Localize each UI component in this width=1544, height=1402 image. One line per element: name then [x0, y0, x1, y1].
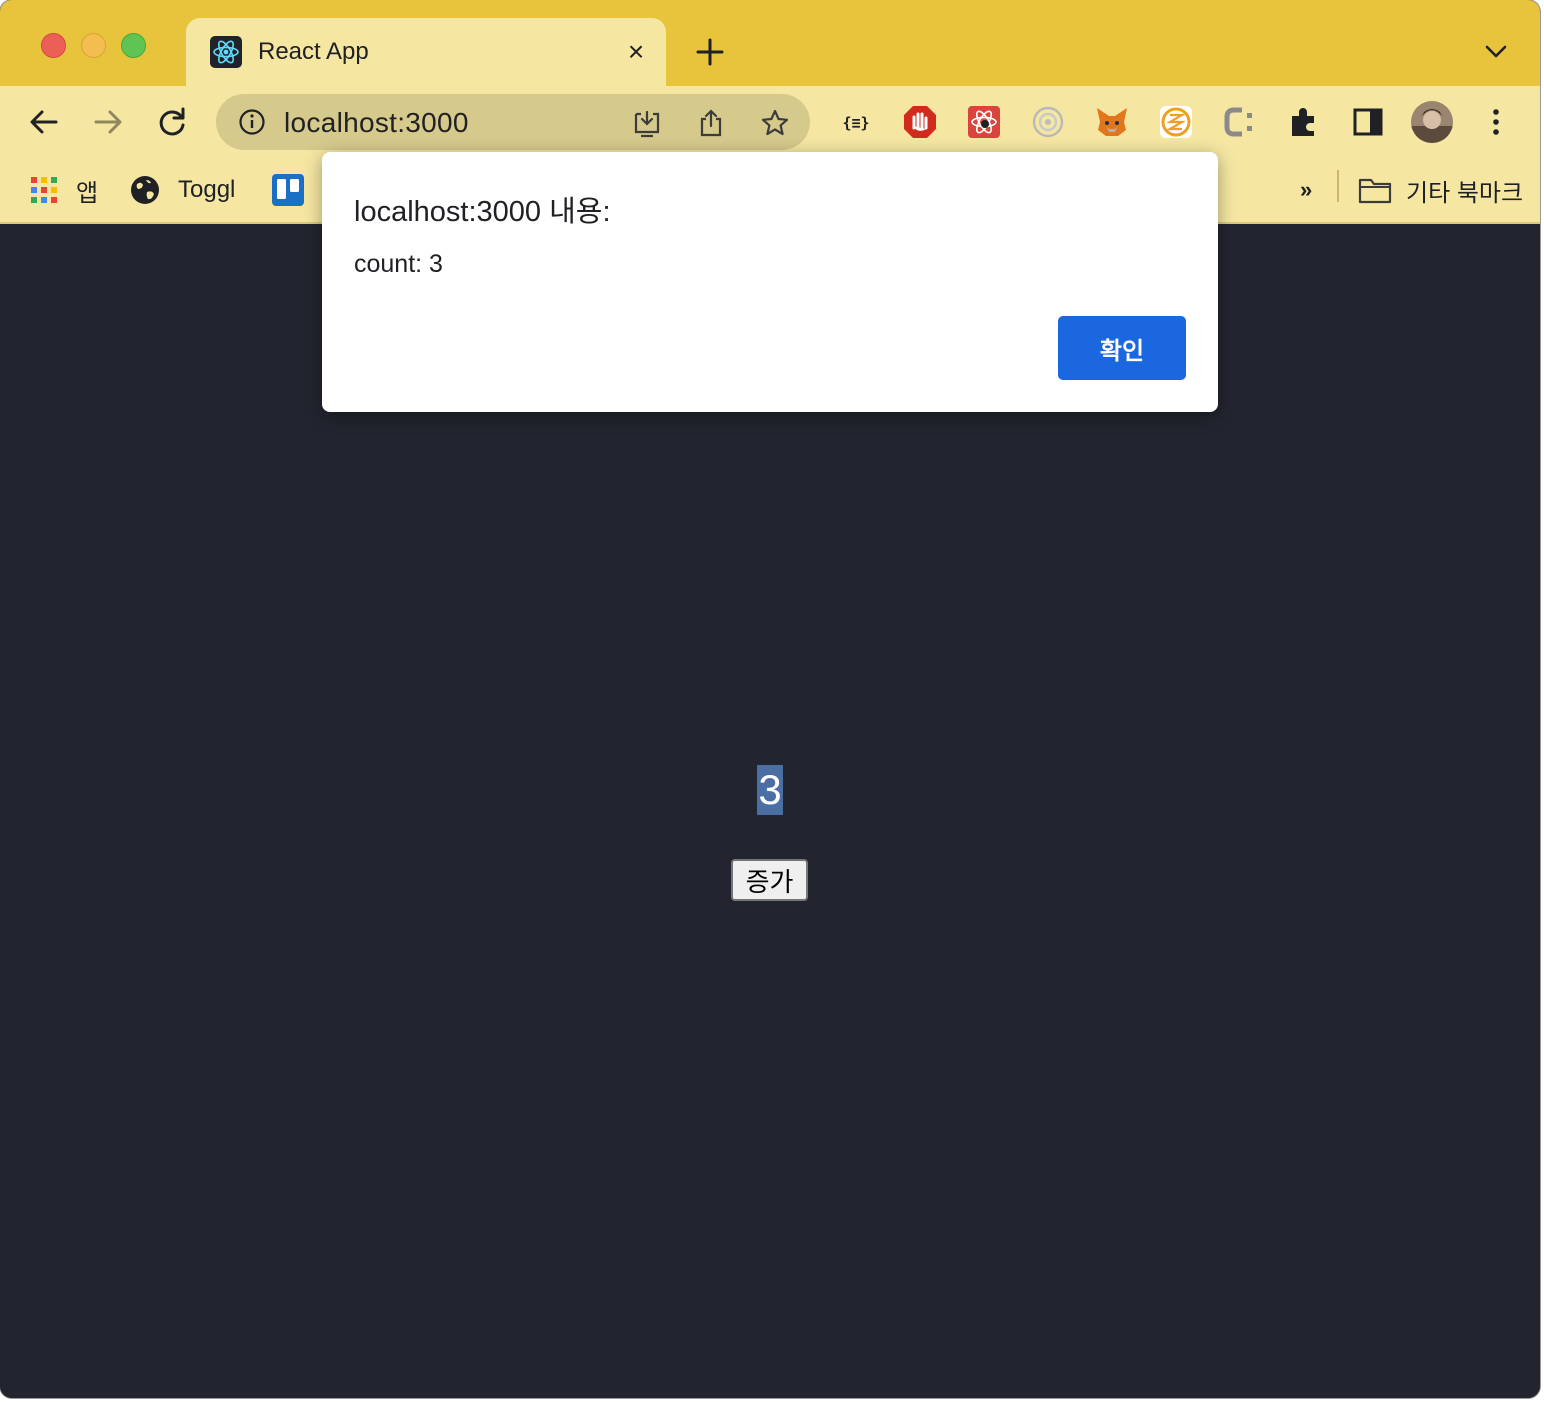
- side-panel-icon[interactable]: [1350, 104, 1386, 140]
- grey-circle-extension-icon[interactable]: [1030, 104, 1066, 140]
- bookmark-apps-label: 앱: [76, 179, 99, 207]
- url-text: localhost:3000: [284, 107, 469, 138]
- back-arrow-icon[interactable]: [26, 104, 62, 140]
- alert-title: localhost:3000 내용:: [354, 196, 611, 228]
- tab-strip: React App ×: [0, 0, 1540, 86]
- site-info-icon[interactable]: [238, 108, 266, 136]
- profile-avatar[interactable]: [1410, 100, 1454, 144]
- reload-icon[interactable]: [154, 104, 190, 140]
- forward-arrow-icon[interactable]: [90, 104, 126, 140]
- alert-message: count: 3: [354, 250, 443, 278]
- react-devtools-extension-icon[interactable]: [966, 104, 1002, 140]
- tab-close-icon[interactable]: ×: [620, 34, 652, 70]
- bookmarks-divider: [1337, 170, 1339, 202]
- zoom-window-button[interactable]: [121, 33, 146, 58]
- json-formatter-extension-icon[interactable]: {≡}: [838, 104, 874, 140]
- tab-search-chevron-icon[interactable]: [1482, 40, 1510, 64]
- bookmarks-overflow-chevron[interactable]: »: [1300, 170, 1312, 210]
- address-bar[interactable]: localhost:3000: [216, 94, 810, 150]
- share-icon[interactable]: [696, 108, 726, 138]
- alert-dialog: localhost:3000 내용: count: 3 확인: [322, 152, 1218, 412]
- bookmark-other-label: 기타 북마크: [1406, 179, 1524, 207]
- bookmark-star-icon[interactable]: [760, 108, 790, 138]
- bookmark-apps[interactable]: 앱: [30, 170, 98, 210]
- new-tab-icon[interactable]: [692, 32, 728, 72]
- react-favicon-icon: [210, 36, 242, 68]
- trello-icon: [272, 174, 304, 206]
- close-window-button[interactable]: [41, 33, 66, 58]
- extensions-puzzle-icon[interactable]: [1286, 104, 1322, 140]
- browser-window: React App × localhost:3000 {≡} 앱 Toggl »…: [0, 0, 1540, 1398]
- c-dots-extension-icon[interactable]: [1222, 104, 1258, 140]
- tab-react-app[interactable]: React App ×: [186, 18, 666, 86]
- install-app-icon[interactable]: [632, 108, 662, 138]
- alert-ok-button[interactable]: 확인: [1058, 316, 1186, 380]
- bookmark-other-folder[interactable]: 기타 북마크: [1358, 170, 1523, 210]
- chrome-menu-icon[interactable]: [1478, 104, 1514, 140]
- minimize-window-button[interactable]: [81, 33, 106, 58]
- tab-title: React App: [258, 38, 369, 65]
- bookmark-trello[interactable]: [272, 170, 304, 210]
- adblock-extension-icon[interactable]: [902, 104, 938, 140]
- folder-icon: [1358, 178, 1392, 204]
- metamask-fox-icon[interactable]: [1094, 104, 1130, 140]
- bookmark-toggl-label: Toggl: [178, 176, 236, 203]
- apps-grid-icon: [31, 177, 57, 203]
- globe-icon: [131, 176, 159, 204]
- bookmark-toggl[interactable]: Toggl: [130, 170, 235, 210]
- svg-text:{≡}: {≡}: [842, 114, 869, 132]
- orange-coin-extension-icon[interactable]: [1158, 104, 1194, 140]
- increment-button[interactable]: 증가: [731, 859, 808, 901]
- count-value: 3: [757, 765, 783, 815]
